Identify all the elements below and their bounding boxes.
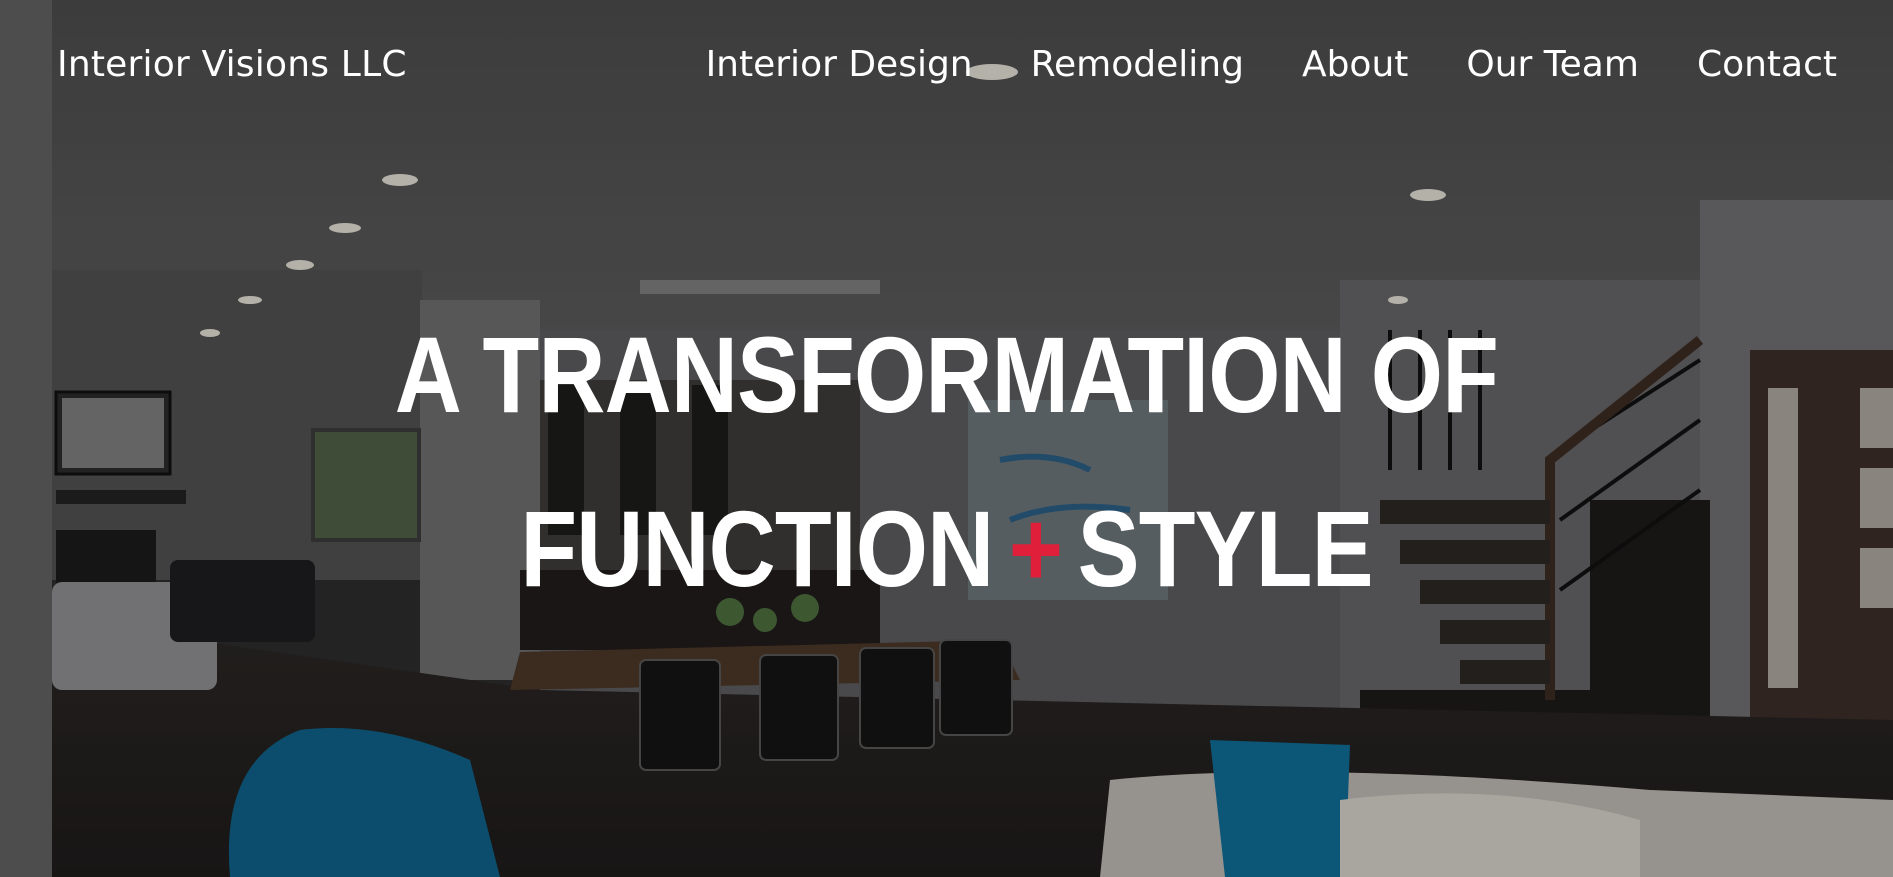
headline-word-function: FUNCTION <box>520 488 994 609</box>
headline-line-2: FUNCTION + STYLE <box>0 462 1893 636</box>
main-nav: Interior Design Remodeling About Our Tea… <box>706 44 1837 85</box>
hero-headline: A TRANSFORMATION OF FUNCTION + STYLE <box>0 288 1893 636</box>
nav-link-about[interactable]: About <box>1302 44 1408 85</box>
nav-link-contact[interactable]: Contact <box>1697 44 1837 85</box>
headline-plus-symbol: + <box>1008 488 1063 609</box>
top-navbar: Interior Visions LLC Interior Design Rem… <box>0 0 1893 130</box>
nav-link-interior-design[interactable]: Interior Design <box>706 44 973 85</box>
brand-logo-link[interactable]: Interior Visions LLC <box>57 44 407 85</box>
headline-word-style: STYLE <box>1077 488 1374 609</box>
headline-line-1: A TRANSFORMATION OF <box>0 288 1893 462</box>
headline-line-1-text: A TRANSFORMATION OF <box>394 314 1499 435</box>
nav-link-remodeling[interactable]: Remodeling <box>1031 44 1244 85</box>
hero-section: Interior Visions LLC Interior Design Rem… <box>0 0 1893 877</box>
nav-link-our-team[interactable]: Our Team <box>1466 44 1639 85</box>
headline-line-2-inner: FUNCTION + STYLE <box>520 462 1374 636</box>
